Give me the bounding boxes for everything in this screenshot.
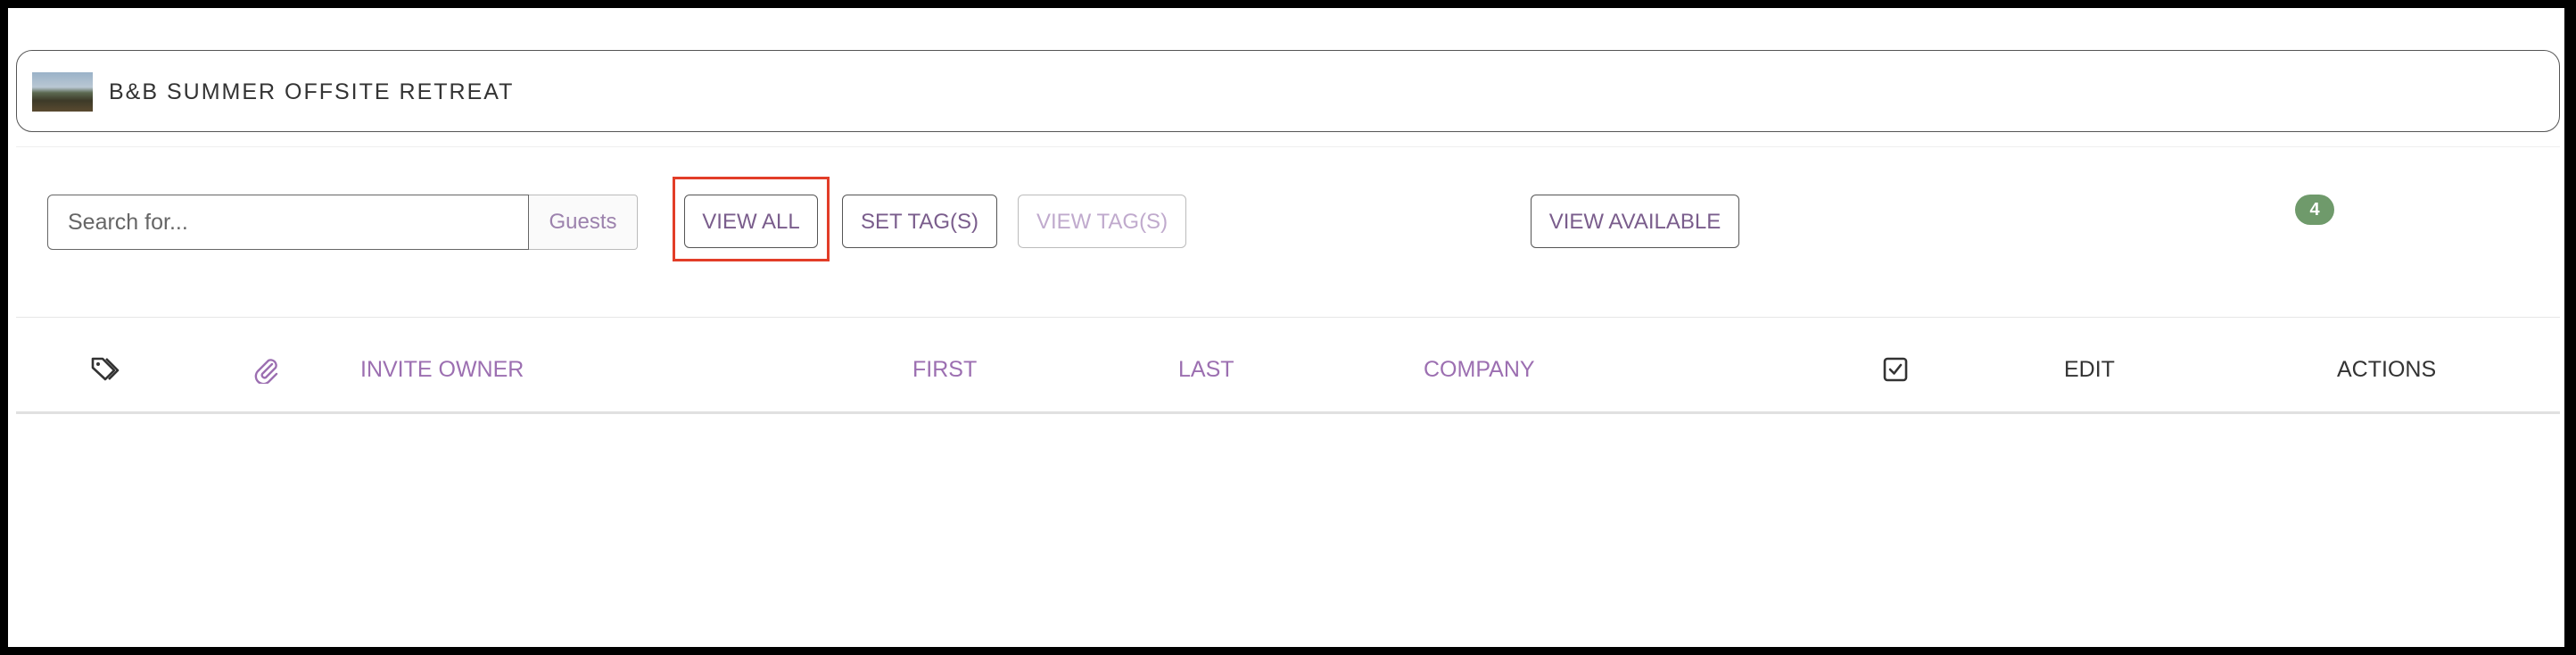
- column-invite-owner[interactable]: INVITE OWNER: [360, 355, 524, 384]
- search-input[interactable]: [47, 195, 529, 250]
- view-all-button[interactable]: VIEW ALL: [684, 195, 818, 248]
- view-available-button[interactable]: VIEW AVAILABLE: [1531, 195, 1739, 248]
- search-scope-label: Guests: [529, 195, 638, 250]
- set-tags-button[interactable]: SET TAG(S): [842, 195, 997, 248]
- column-company[interactable]: COMPANY: [1424, 355, 1535, 384]
- guest-toolbar: Guests VIEW ALL SET TAG(S) VIEW TAG(S) V…: [16, 146, 2560, 318]
- paperclip-icon[interactable]: [252, 355, 279, 388]
- tag-icon[interactable]: [89, 355, 120, 388]
- column-edit: EDIT: [2064, 357, 2115, 382]
- app-window: B&B SUMMER OFFSITE RETREAT Guests VIEW A…: [8, 8, 2564, 647]
- event-title: B&B SUMMER OFFSITE RETREAT: [109, 79, 515, 104]
- table-body: [16, 414, 2560, 637]
- view-tags-button[interactable]: VIEW TAG(S): [1018, 195, 1186, 248]
- count-badge: 4: [2295, 195, 2334, 225]
- column-actions: ACTIONS: [2337, 357, 2437, 382]
- checkbox-checked-icon[interactable]: [1883, 357, 1908, 386]
- event-thumbnail: [32, 72, 93, 112]
- column-first[interactable]: FIRST: [912, 355, 977, 384]
- table-header: INVITE OWNER FIRST LAST COMPANY EDIT ACT…: [16, 325, 2560, 414]
- column-last[interactable]: LAST: [1178, 355, 1234, 384]
- event-header[interactable]: B&B SUMMER OFFSITE RETREAT: [16, 50, 2560, 132]
